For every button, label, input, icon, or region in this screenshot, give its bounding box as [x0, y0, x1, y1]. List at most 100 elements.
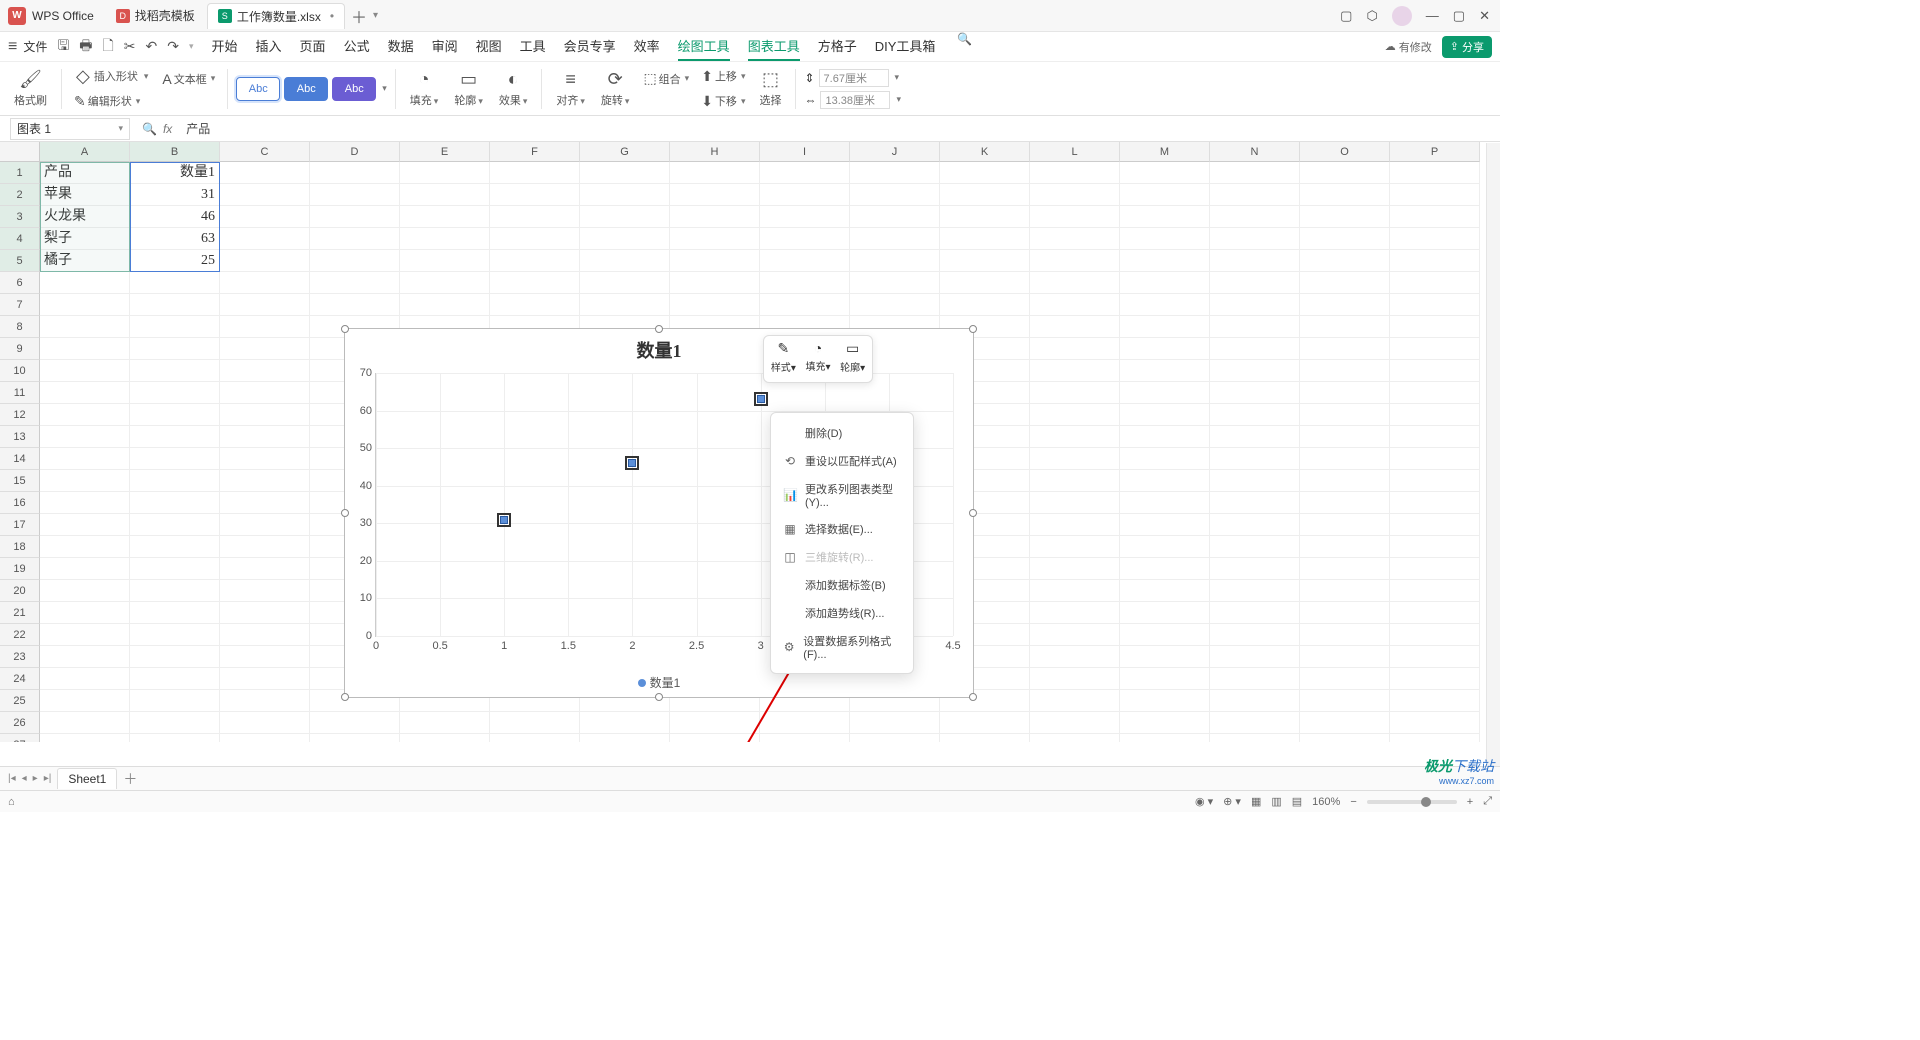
mini-style-button[interactable]: ✎样式▾	[771, 340, 796, 378]
cell[interactable]	[1210, 470, 1300, 492]
cell[interactable]	[1030, 184, 1120, 206]
ctx-format-series[interactable]: ⚙设置数据系列格式(F)...	[771, 627, 913, 667]
status-mode-icon[interactable]: ⌂	[8, 796, 15, 808]
menu-view[interactable]: 视图	[476, 32, 502, 61]
cell[interactable]	[670, 712, 760, 734]
outline-button[interactable]: ▭轮廓▾	[448, 69, 489, 108]
cell[interactable]	[1300, 426, 1390, 448]
col-header[interactable]: P	[1390, 142, 1480, 162]
cell[interactable]	[1390, 184, 1480, 206]
row-header[interactable]: 11	[0, 382, 40, 404]
cell[interactable]	[130, 360, 220, 382]
cell[interactable]: 苹果	[40, 184, 130, 206]
cell[interactable]	[220, 272, 310, 294]
shape-styles[interactable]: Abc Abc Abc ▾	[236, 77, 387, 101]
cell[interactable]	[310, 272, 400, 294]
cell[interactable]	[1390, 602, 1480, 624]
cell[interactable]	[580, 294, 670, 316]
cell[interactable]	[400, 294, 490, 316]
cell[interactable]	[1030, 580, 1120, 602]
cell[interactable]	[1030, 360, 1120, 382]
cell[interactable]	[1390, 514, 1480, 536]
cell[interactable]	[1120, 470, 1210, 492]
cell[interactable]	[1030, 602, 1120, 624]
cell[interactable]: 数量1	[130, 162, 220, 184]
cell[interactable]	[1120, 514, 1210, 536]
cell[interactable]	[760, 734, 850, 742]
cell[interactable]	[1210, 580, 1300, 602]
cell[interactable]	[220, 514, 310, 536]
style-preset-2[interactable]: Abc	[284, 77, 328, 101]
rotate-button[interactable]: ⟳旋转▾	[595, 69, 636, 108]
cell[interactable]	[1390, 712, 1480, 734]
cell[interactable]	[130, 382, 220, 404]
cell[interactable]	[760, 250, 850, 272]
cell[interactable]	[670, 250, 760, 272]
cell[interactable]	[1210, 602, 1300, 624]
cell[interactable]	[1030, 206, 1120, 228]
cell[interactable]	[1120, 184, 1210, 206]
cell[interactable]	[1210, 272, 1300, 294]
cell[interactable]	[40, 558, 130, 580]
cell[interactable]	[1210, 536, 1300, 558]
cell[interactable]	[1210, 492, 1300, 514]
cell[interactable]	[220, 382, 310, 404]
row-header[interactable]: 4	[0, 228, 40, 250]
ctx-add-data-labels[interactable]: 添加数据标签(B)	[771, 571, 913, 599]
cell[interactable]	[580, 734, 670, 742]
cell[interactable]	[1390, 206, 1480, 228]
cell[interactable]	[1030, 624, 1120, 646]
menu-fanggezi[interactable]: 方格子	[818, 32, 857, 61]
cell[interactable]	[40, 734, 130, 742]
menu-formula[interactable]: 公式	[344, 32, 370, 61]
menu-chart-tools[interactable]: 图表工具	[748, 32, 800, 61]
styles-dropdown[interactable]: ▾	[382, 83, 387, 94]
cell[interactable]	[1300, 492, 1390, 514]
menu-diy[interactable]: DIY工具箱	[875, 32, 936, 61]
redo-icon[interactable]: ↷	[167, 38, 179, 55]
cell[interactable]	[310, 250, 400, 272]
ctx-add-trendline[interactable]: 添加趋势线(R)...	[771, 599, 913, 627]
cell[interactable]	[310, 228, 400, 250]
cell[interactable]	[40, 514, 130, 536]
cell[interactable]	[1300, 646, 1390, 668]
cell[interactable]	[850, 228, 940, 250]
cell[interactable]	[40, 448, 130, 470]
cell[interactable]	[130, 426, 220, 448]
cell[interactable]	[130, 294, 220, 316]
cell[interactable]	[400, 250, 490, 272]
menu-tools[interactable]: 工具	[520, 32, 546, 61]
cell[interactable]	[130, 646, 220, 668]
tab-menu-dropdown[interactable]: ▾	[373, 10, 378, 21]
cell[interactable]	[1030, 668, 1120, 690]
cell[interactable]	[1030, 646, 1120, 668]
cell[interactable]	[220, 360, 310, 382]
cell[interactable]	[40, 646, 130, 668]
cell[interactable]	[1210, 668, 1300, 690]
cell[interactable]	[40, 404, 130, 426]
cell[interactable]: 63	[130, 228, 220, 250]
cell[interactable]	[580, 712, 670, 734]
cell[interactable]	[40, 712, 130, 734]
row-header[interactable]: 16	[0, 492, 40, 514]
sheet-tab[interactable]: Sheet1	[57, 768, 117, 789]
menu-draw-tools[interactable]: 绘图工具	[678, 32, 730, 61]
cell[interactable]	[1300, 294, 1390, 316]
cell[interactable]	[1030, 338, 1120, 360]
cell[interactable]	[850, 206, 940, 228]
cell[interactable]	[760, 294, 850, 316]
cell[interactable]	[940, 162, 1030, 184]
cell[interactable]	[220, 690, 310, 712]
cell[interactable]	[130, 338, 220, 360]
view-theme-icon[interactable]: ⊕ ▾	[1223, 795, 1241, 808]
cell[interactable]	[1300, 404, 1390, 426]
cell[interactable]	[1210, 184, 1300, 206]
col-header[interactable]: M	[1120, 142, 1210, 162]
tab-template[interactable]: D 找稻壳模板	[106, 3, 205, 29]
cell[interactable]	[1120, 602, 1210, 624]
view-pagebreak-icon[interactable]: ▥	[1271, 795, 1281, 808]
format-painter-button[interactable]: 🖌格式刷	[8, 69, 53, 108]
cell[interactable]	[1120, 734, 1210, 742]
cell[interactable]	[1210, 558, 1300, 580]
cell[interactable]	[1120, 272, 1210, 294]
